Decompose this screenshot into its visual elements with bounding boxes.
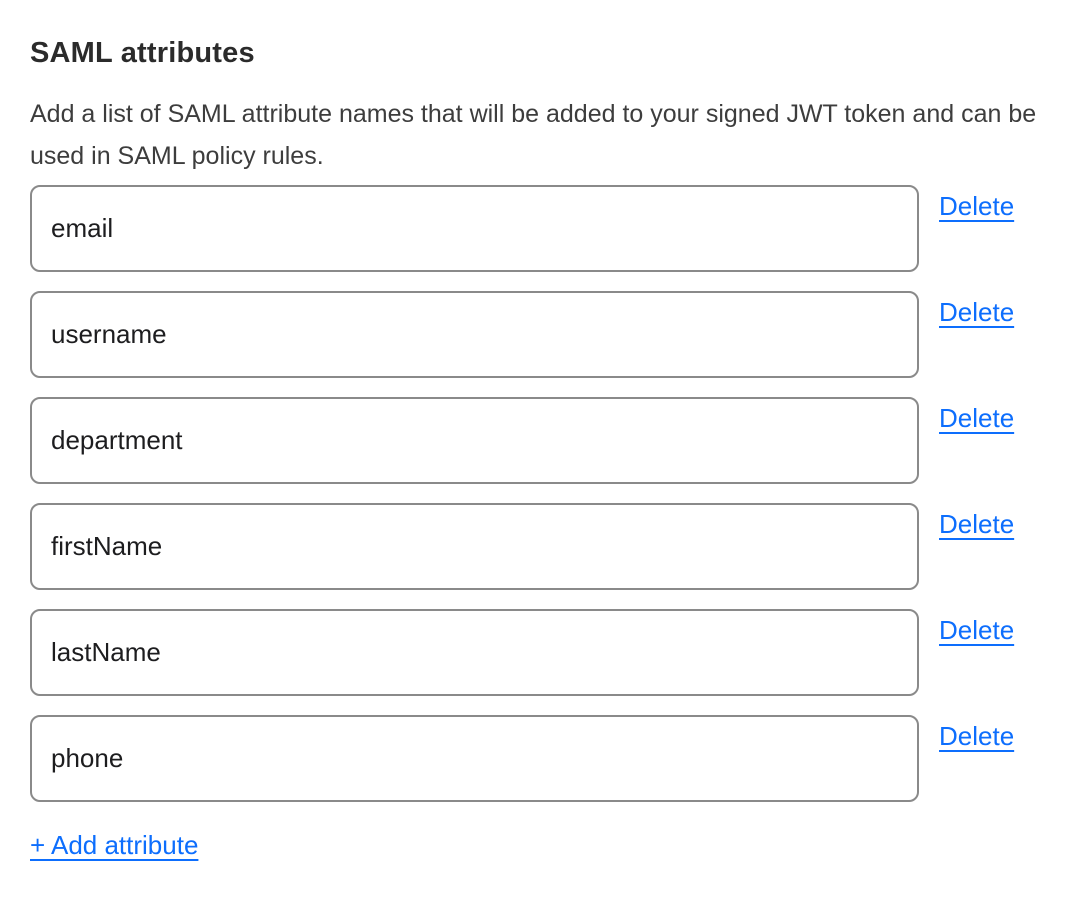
attribute-row: Delete — [30, 291, 1066, 378]
attribute-row: Delete — [30, 609, 1066, 696]
attribute-row: Delete — [30, 503, 1066, 590]
section-description: Add a list of SAML attribute names that … — [30, 93, 1040, 177]
delete-link[interactable]: Delete — [939, 191, 1014, 221]
attribute-row: Delete — [30, 715, 1066, 802]
attribute-name-input[interactable] — [30, 397, 919, 484]
attribute-name-input[interactable] — [30, 609, 919, 696]
attribute-row: Delete — [30, 397, 1066, 484]
delete-link[interactable]: Delete — [939, 615, 1014, 645]
add-attribute-link[interactable]: + Add attribute — [30, 829, 198, 861]
attribute-row: Delete — [30, 185, 1066, 272]
attribute-name-input[interactable] — [30, 291, 919, 378]
attribute-name-input[interactable] — [30, 503, 919, 590]
attribute-name-input[interactable] — [30, 185, 919, 272]
saml-attribute-list: Delete Delete Delete Delete Delete Delet… — [0, 185, 1066, 802]
delete-link[interactable]: Delete — [939, 403, 1014, 433]
delete-link[interactable]: Delete — [939, 297, 1014, 327]
attribute-name-input[interactable] — [30, 715, 919, 802]
delete-link[interactable]: Delete — [939, 721, 1014, 751]
page-title: SAML attributes — [30, 36, 1066, 71]
delete-link[interactable]: Delete — [939, 509, 1014, 539]
